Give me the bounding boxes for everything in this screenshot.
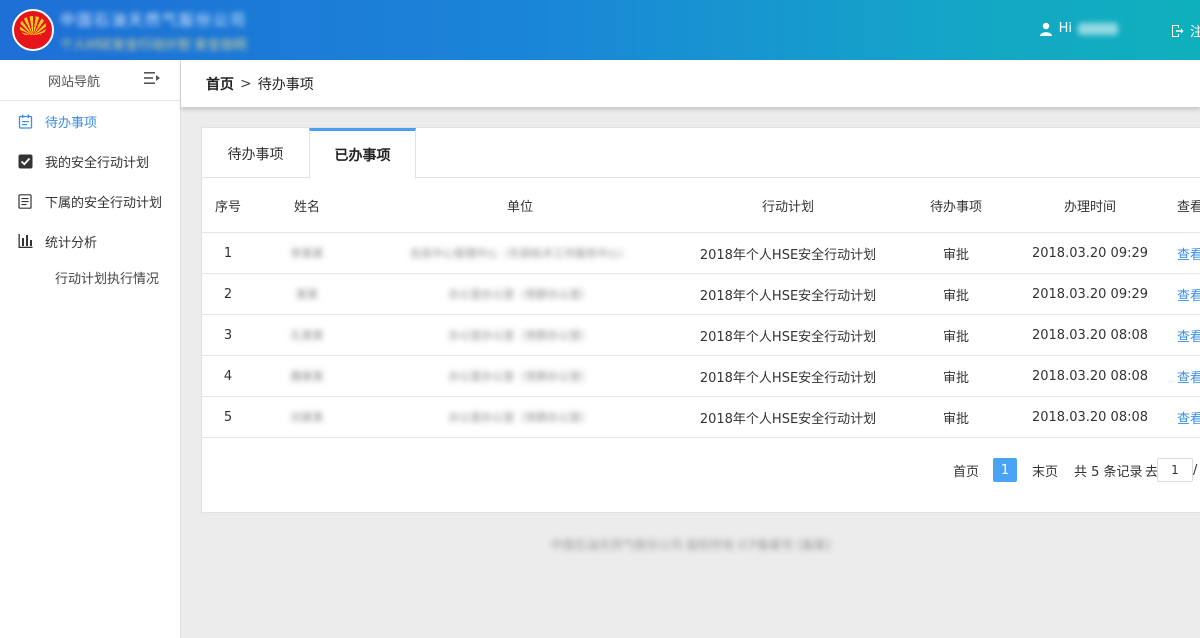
row-index: 5 bbox=[223, 409, 233, 425]
view-link[interactable]: 查看 bbox=[1164, 356, 1200, 396]
collapse-menu-icon[interactable] bbox=[144, 71, 160, 89]
row-time: 2018.03.20 08:08 bbox=[1031, 368, 1149, 384]
sidebar-item-my-plan[interactable]: 我的安全行动计划 bbox=[0, 141, 180, 181]
total-records: 共 5 条记录 bbox=[1074, 464, 1143, 480]
document-icon bbox=[17, 193, 33, 209]
breadcrumb-separator: > bbox=[240, 75, 252, 92]
tab-bar: 待办事项 已办事项 bbox=[202, 128, 1200, 179]
row-name: 刘某某 bbox=[290, 411, 324, 424]
row-plan: 2018年个人HSE安全行动计划 bbox=[699, 247, 877, 263]
goto-page-input[interactable] bbox=[1157, 458, 1193, 482]
page-number-button[interactable]: 1 bbox=[993, 458, 1017, 482]
column-header-index: 序号 bbox=[214, 199, 241, 215]
company-name: 中国石油天然气股份公司 bbox=[60, 11, 248, 29]
first-page-button[interactable]: 首页 bbox=[953, 458, 979, 482]
column-header-name: 姓名 bbox=[293, 199, 320, 215]
user-icon bbox=[1039, 22, 1053, 36]
tab-done[interactable]: 已办事项 bbox=[309, 128, 416, 179]
sidebar-item-label: 我的安全行动计划 bbox=[45, 155, 150, 171]
username bbox=[1078, 22, 1118, 35]
row-unit: 办公室办公室（党群办公室） bbox=[448, 370, 592, 383]
view-link[interactable]: 查看 bbox=[1164, 233, 1200, 273]
row-todo: 审批 bbox=[942, 411, 969, 427]
row-name: 李某某 bbox=[290, 247, 324, 260]
column-header-todo: 待办事项 bbox=[929, 199, 982, 215]
table-row: 4 魏某某 办公室办公室（党群办公室） 2018年个人HSE安全行动计划 审批 … bbox=[202, 356, 1200, 397]
row-todo: 审批 bbox=[942, 370, 969, 386]
row-name: 孔某某 bbox=[290, 329, 324, 342]
view-link[interactable]: 查看 bbox=[1164, 397, 1200, 437]
row-plan: 2018年个人HSE安全行动计划 bbox=[699, 329, 877, 345]
table-header: 序号 姓名 单位 行动计划 待办事项 办理时间 查看 bbox=[202, 178, 1200, 233]
table-row: 5 刘某某 办公室办公室（党群办公室） 2018年个人HSE安全行动计划 审批 … bbox=[202, 397, 1200, 438]
view-link[interactable]: 查看 bbox=[1164, 315, 1200, 355]
sidebar-header: 网站导航 bbox=[0, 60, 180, 101]
logout-button[interactable]: 注销 bbox=[1170, 21, 1200, 40]
row-unit: 办公室办公室（党群办公室） bbox=[448, 329, 592, 342]
sidebar-item-todo[interactable]: 待办事项 bbox=[0, 101, 180, 141]
row-todo: 审批 bbox=[942, 288, 969, 304]
row-time: 2018.03.20 09:29 bbox=[1031, 245, 1149, 261]
row-time: 2018.03.20 09:29 bbox=[1031, 286, 1149, 302]
breadcrumb-current: 待办事项 bbox=[257, 76, 314, 93]
row-index: 1 bbox=[223, 245, 233, 261]
sidebar-item-statistics[interactable]: 统计分析 bbox=[0, 221, 180, 261]
row-unit: 办公室办公室（党群办公室） bbox=[448, 411, 592, 424]
row-time: 2018.03.20 08:08 bbox=[1031, 327, 1149, 343]
table-row: 2 某某 办公室办公室（党群办公室） 2018年个人HSE安全行动计划 审批 2… bbox=[202, 274, 1200, 315]
footer: 中国石油天然气股份公司 版权所有 ICP备案号 [备案] bbox=[181, 530, 1200, 558]
row-plan: 2018年个人HSE安全行动计划 bbox=[699, 411, 877, 427]
sidebar-item-label: 待办事项 bbox=[45, 115, 98, 131]
sidebar-title: 网站导航 bbox=[48, 74, 101, 90]
company-logo bbox=[12, 9, 54, 51]
sidebar: 网站导航 待办事项 我的安全行动计划 下属的安全行动计划 统计分析 行动计划执行… bbox=[0, 60, 181, 638]
row-unit: 办公室办公室（党群办公室） bbox=[448, 288, 592, 301]
tab-todo[interactable]: 待办事项 bbox=[202, 128, 309, 179]
sidebar-subitem-plan-execution[interactable]: 行动计划执行情况 bbox=[0, 261, 180, 293]
logout-label: 注销 bbox=[1190, 25, 1200, 40]
logout-icon bbox=[1170, 24, 1184, 38]
greeting-text: Hi bbox=[1058, 21, 1072, 36]
last-page-button[interactable]: 末页 bbox=[1032, 458, 1058, 482]
calendar-icon bbox=[17, 113, 33, 129]
user-menu[interactable]: Hi bbox=[1039, 21, 1118, 36]
row-plan: 2018年个人HSE安全行动计划 bbox=[699, 288, 877, 304]
table-row: 1 李某某 信息中心管理中心（东部技术工作服务中心） 2018年个人HSE安全行… bbox=[202, 233, 1200, 274]
page-separator: / bbox=[1193, 462, 1198, 478]
column-header-plan: 行动计划 bbox=[761, 199, 814, 215]
breadcrumb: 首页 > 待办事项 bbox=[181, 60, 1200, 107]
row-index: 2 bbox=[223, 286, 233, 302]
row-unit: 信息中心管理中心（东部技术工作服务中心） bbox=[410, 247, 630, 260]
row-index: 3 bbox=[223, 327, 233, 343]
pagination: 首页 1 末页 共 5 条记录 去 / bbox=[202, 458, 1200, 482]
footer-text: 中国石油天然气股份公司 版权所有 ICP备案号 [备案] bbox=[550, 537, 831, 552]
checkbox-icon bbox=[17, 153, 33, 169]
main-panel: 待办事项 已办事项 序号 姓名 单位 行动计划 待办事项 办理时间 查看 1 李… bbox=[201, 127, 1200, 513]
view-link[interactable]: 查看 bbox=[1164, 274, 1200, 314]
company-title: 中国石油天然气股份公司 个人HSE安全行动计划 安全协同 bbox=[60, 9, 260, 53]
sidebar-item-label: 统计分析 bbox=[45, 235, 98, 251]
sidebar-subitem-label: 行动计划执行情况 bbox=[55, 271, 160, 287]
row-index: 4 bbox=[223, 368, 233, 384]
row-name: 魏某某 bbox=[290, 370, 324, 383]
column-header-unit: 单位 bbox=[506, 199, 533, 215]
table-row: 3 孔某某 办公室办公室（党群办公室） 2018年个人HSE安全行动计划 审批 … bbox=[202, 315, 1200, 356]
top-header: 中国石油天然气股份公司 个人HSE安全行动计划 安全协同 Hi 注销 bbox=[0, 0, 1200, 60]
breadcrumb-home[interactable]: 首页 bbox=[206, 74, 234, 94]
row-plan: 2018年个人HSE安全行动计划 bbox=[699, 370, 877, 386]
bar-chart-icon bbox=[17, 233, 33, 249]
column-header-time: 办理时间 bbox=[1063, 199, 1116, 215]
row-todo: 审批 bbox=[942, 247, 969, 263]
row-name: 某某 bbox=[296, 288, 318, 301]
sidebar-item-label: 下属的安全行动计划 bbox=[45, 195, 163, 211]
system-name: 个人HSE安全行动计划 安全协同 bbox=[60, 38, 247, 53]
row-time: 2018.03.20 08:08 bbox=[1031, 409, 1149, 425]
sidebar-item-subordinate-plan[interactable]: 下属的安全行动计划 bbox=[0, 181, 180, 221]
row-todo: 审批 bbox=[942, 329, 969, 345]
column-header-action: 查看 bbox=[1177, 199, 1200, 215]
